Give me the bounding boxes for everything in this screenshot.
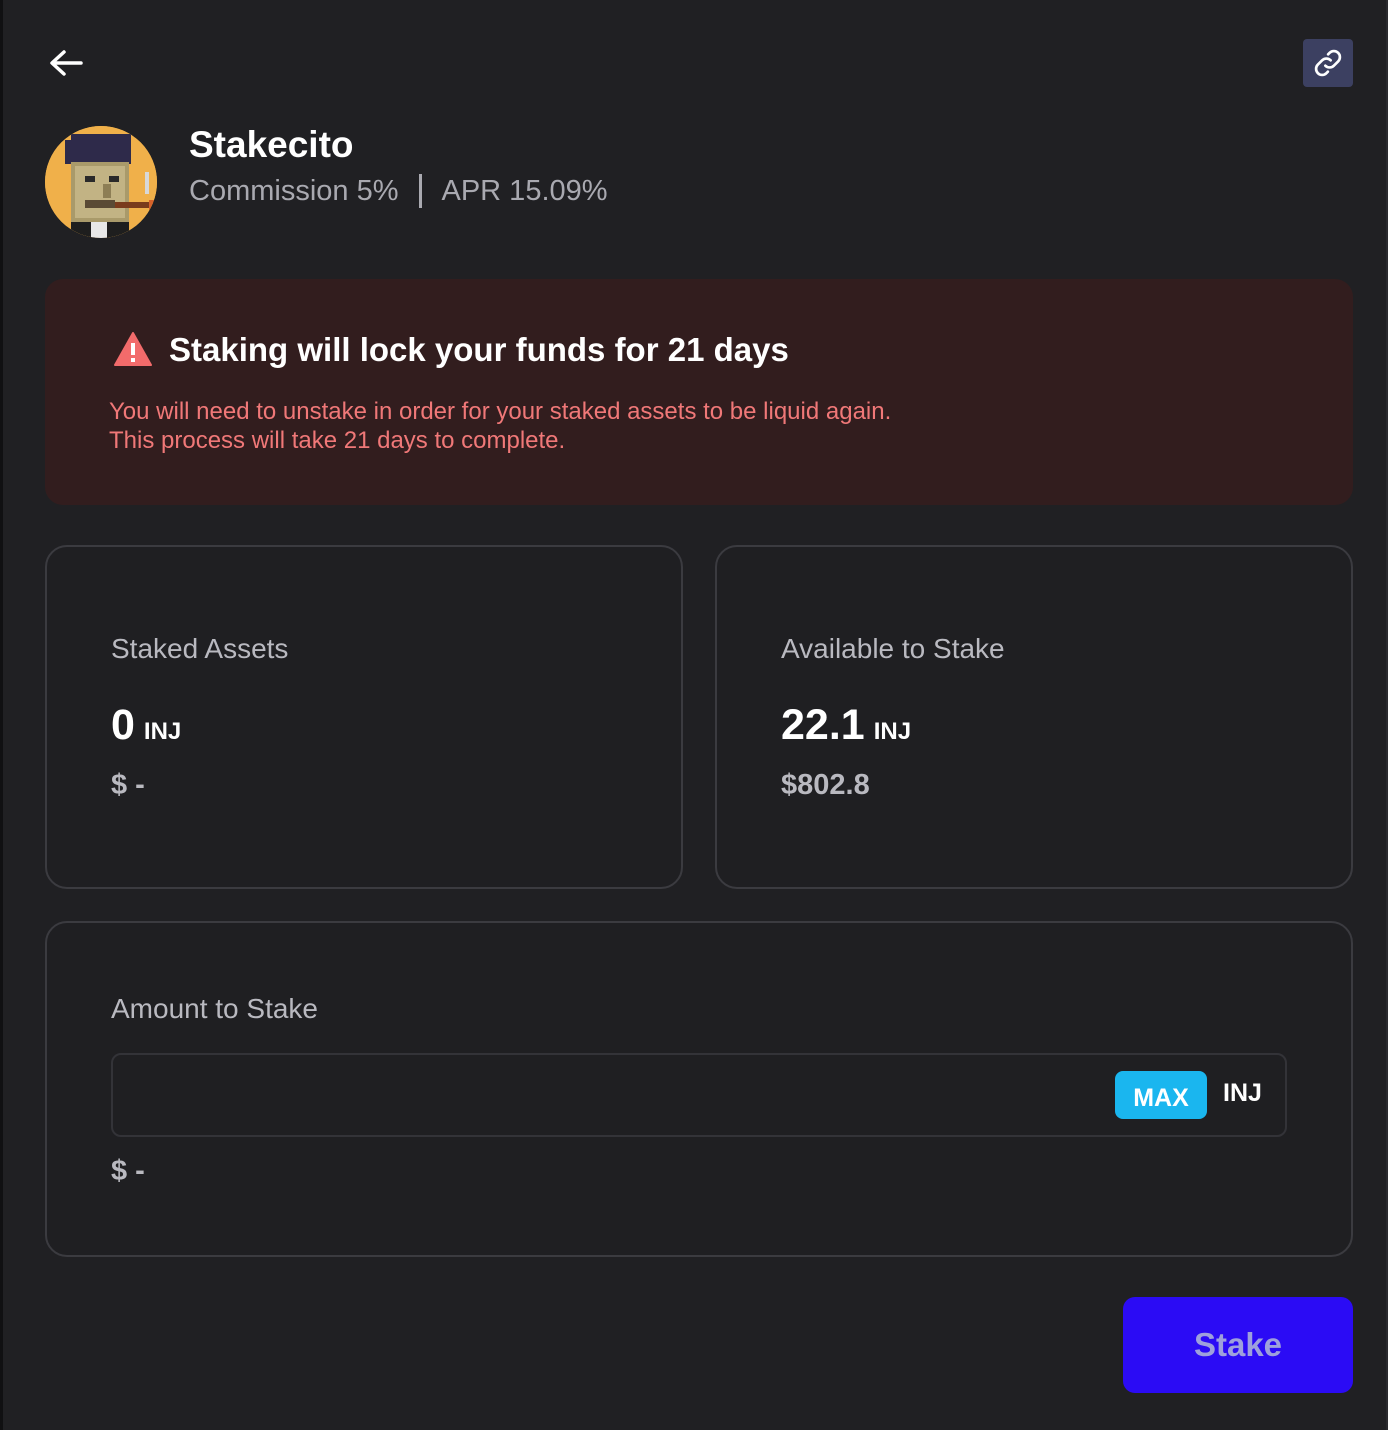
warning-title: Staking will lock your funds for 21 days xyxy=(169,331,789,368)
amount-usd-value: $ - xyxy=(111,1155,145,1187)
amount-to-stake-label: Amount to Stake xyxy=(111,993,319,1024)
meta-divider xyxy=(418,174,422,208)
validator-avatar xyxy=(45,126,157,238)
back-button[interactable] xyxy=(47,44,85,82)
available-amount: 22.1 INJ xyxy=(781,701,911,750)
validator-apr: APR 15.09% xyxy=(441,174,608,207)
stake-button[interactable]: Stake xyxy=(1123,1297,1353,1393)
arrow-left-icon xyxy=(50,50,83,76)
amount-input-unit: INJ xyxy=(1223,1079,1262,1107)
staked-assets-label: Staked Assets xyxy=(111,633,289,664)
warning-line-2: This process will take 21 days to comple… xyxy=(109,427,566,454)
link-icon xyxy=(1314,49,1342,77)
validator-name: Stakecito xyxy=(189,124,354,165)
warning-triangle-icon xyxy=(114,332,152,366)
available-usd-value: $802.8 xyxy=(781,769,870,801)
warning-body: You will need to unstake in order for yo… xyxy=(109,397,891,455)
available-amount-value: 22.1 xyxy=(781,701,865,749)
warning-line-1: You will need to unstake in order for yo… xyxy=(109,398,892,425)
staked-amount-value: 0 xyxy=(111,701,135,749)
staked-amount-unit: INJ xyxy=(143,718,182,745)
staked-usd-value: $ - xyxy=(111,769,145,801)
available-amount-unit: INJ xyxy=(873,718,912,745)
available-to-stake-card: Available to Stake 22.1 INJ $802.8 xyxy=(715,545,1353,889)
staked-amount: 0 INJ xyxy=(111,701,181,750)
external-link-button[interactable] xyxy=(1303,39,1353,87)
validator-commission: Commission 5% xyxy=(189,174,399,207)
validator-meta: Commission 5% APR 15.09% xyxy=(189,174,608,208)
amount-to-stake-card: Amount to Stake MAX INJ $ - xyxy=(45,921,1353,1257)
lock-warning-banner: Staking will lock your funds for 21 days… xyxy=(45,279,1353,505)
amount-input[interactable] xyxy=(127,1069,1087,1121)
stake-modal: Stakecito Commission 5% APR 15.09% Staki… xyxy=(0,0,1388,1430)
max-button[interactable]: MAX xyxy=(1115,1071,1207,1119)
available-label: Available to Stake xyxy=(781,633,1005,664)
amount-input-container: MAX INJ xyxy=(111,1053,1287,1137)
staked-assets-card: Staked Assets 0 INJ $ - xyxy=(45,545,683,889)
